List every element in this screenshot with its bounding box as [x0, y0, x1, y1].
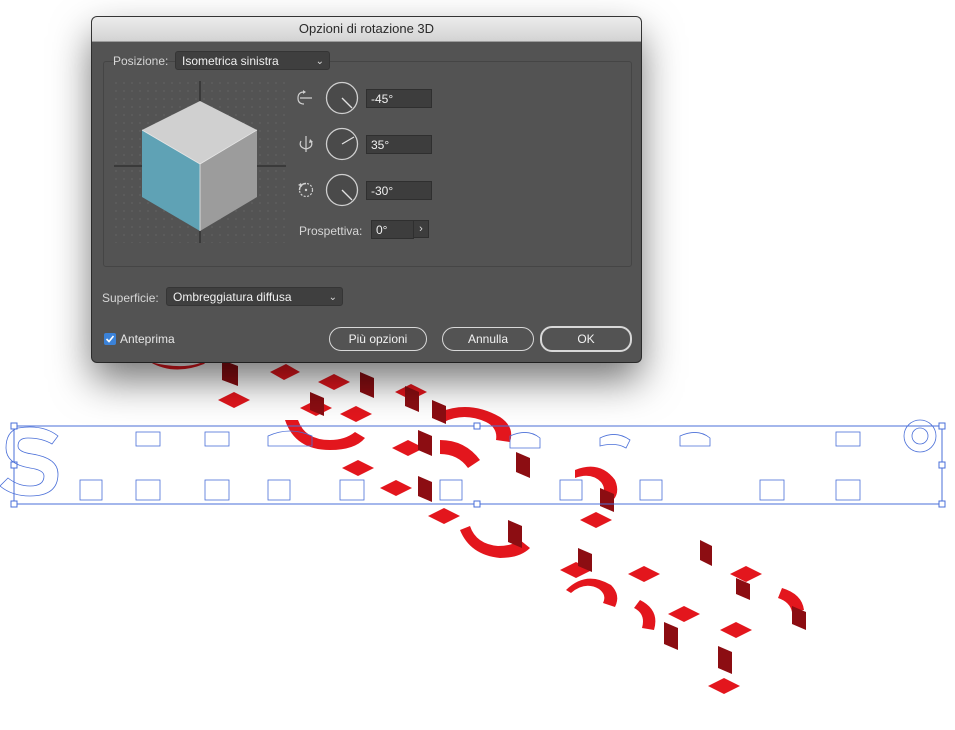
x-rotation-input[interactable]: -45° — [366, 89, 432, 108]
chevron-down-icon: ⌄ — [328, 292, 337, 303]
z-rotation-dial[interactable] — [325, 173, 359, 207]
dialog-title: Opzioni di rotazione 3D — [298, 21, 435, 36]
perspective-input[interactable]: 0° — [371, 220, 414, 239]
z-axis-rotation-icon — [298, 182, 314, 198]
more-options-button[interactable]: Più opzioni — [329, 327, 427, 351]
preview-label: Anteprima — [120, 332, 175, 346]
position-select[interactable]: Isometrica sinistra ⌄ — [175, 51, 330, 70]
y-rotation-dial[interactable] — [325, 127, 359, 161]
rotation-3d-dialog: Opzioni di rotazione 3D Posizione: Isome… — [92, 17, 641, 362]
selection-bounding-box — [13, 425, 943, 505]
y-rotation-input[interactable]: 35° — [366, 135, 432, 154]
checkmark-icon — [105, 335, 115, 343]
surface-select-value: Ombreggiatura diffusa — [173, 290, 292, 304]
y-axis-rotation-icon — [299, 136, 313, 152]
cancel-button[interactable]: Annulla — [442, 327, 534, 351]
dialog-titlebar[interactable]: Opzioni di rotazione 3D — [92, 17, 641, 42]
perspective-label: Prospettiva: — [299, 224, 363, 238]
artwork-3d-text — [150, 358, 804, 694]
cube-graphic — [114, 81, 286, 243]
x-axis-rotation-icon — [297, 90, 312, 105]
perspective-stepper-button[interactable]: › — [413, 220, 429, 238]
chevron-down-icon: ⌄ — [315, 56, 324, 67]
position-select-value: Isometrica sinistra — [182, 54, 279, 68]
z-rotation-input[interactable]: -30° — [366, 181, 432, 200]
cube-preview[interactable] — [114, 81, 286, 243]
selection-handles — [10, 422, 946, 508]
x-rotation-dial[interactable] — [325, 81, 359, 115]
preview-checkbox[interactable] — [104, 333, 116, 345]
position-label: Posizione: — [113, 54, 169, 68]
surface-select[interactable]: Ombreggiatura diffusa ⌄ — [166, 287, 343, 306]
surface-label: Superficie: — [102, 291, 159, 305]
ok-button[interactable]: OK — [540, 326, 632, 352]
